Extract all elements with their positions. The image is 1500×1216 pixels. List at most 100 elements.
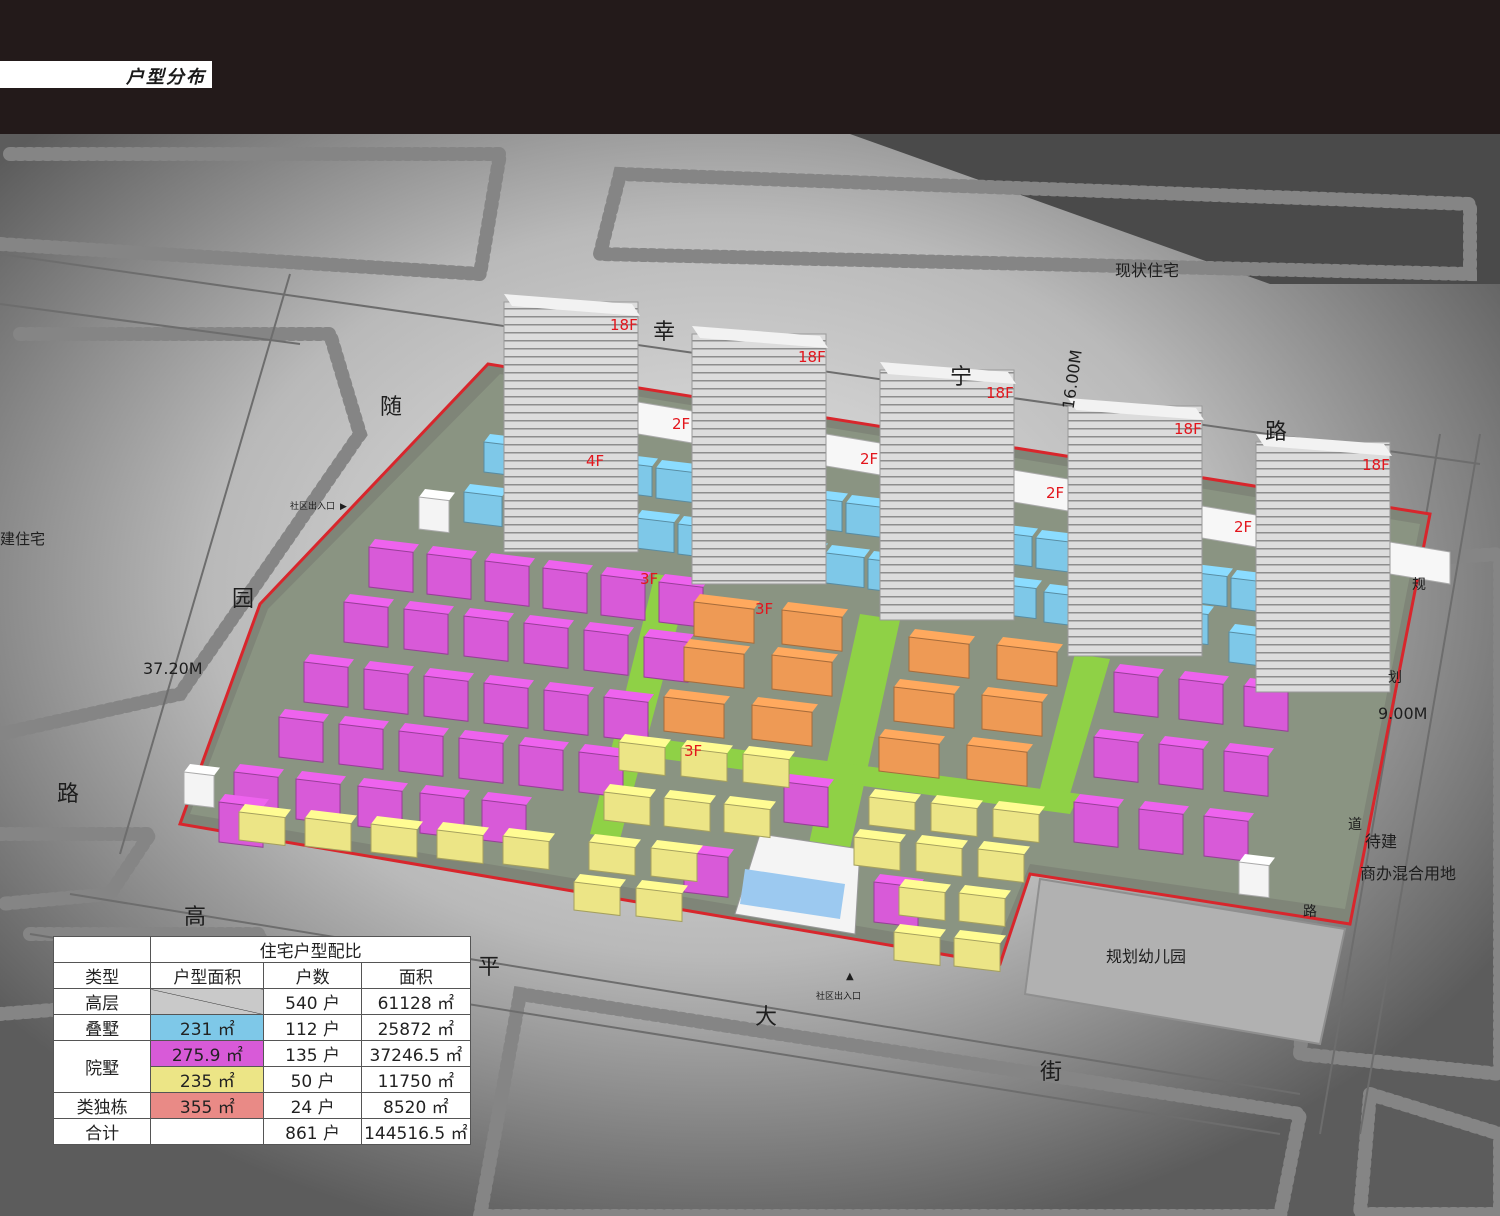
courtyard-villa-a-block [1158, 736, 1209, 790]
courtyard-villa-b-block [436, 822, 489, 865]
courtyard-villa-a-block [542, 560, 593, 614]
courtyard-villa-a-block [484, 553, 535, 607]
semi-detached-block [781, 602, 848, 652]
courtyard-villa-b-block [650, 840, 703, 883]
plan-road-char-1: 规 [1412, 577, 1426, 593]
semi-detached-block [996, 637, 1063, 687]
podium-floor-label: 2F [672, 415, 690, 433]
community-entrance-south: 社区出入口 [816, 990, 861, 1002]
courtyard-villa-a-block [368, 539, 419, 593]
row-units: 135 户 [263, 1040, 362, 1067]
tower-floor-label: 18F [798, 348, 826, 366]
plan-road-char-4: 路 [1303, 904, 1317, 920]
table-row: 院墅 275.9 ㎡ 135 户 37246.5 ㎡ [52, 1040, 472, 1093]
plan-road-char-3: 道 [1348, 817, 1362, 833]
courtyard-villa-b-block [304, 810, 357, 853]
gaoping-street-char-4: 街 [1040, 1060, 1062, 1085]
courtyard-villa-b-block [618, 734, 671, 777]
row-swatch-stacked-villa: 231 ㎡ [150, 1014, 265, 1041]
suiyuan-road-char-2: 园 [232, 587, 254, 612]
courtyard-villa-b-block [898, 879, 951, 922]
courtyard-villa-b-block [977, 841, 1030, 884]
row-type: 院墅 [52, 1040, 152, 1093]
row-total: 11750 ㎡ [360, 1066, 472, 1093]
row-total: 144516.5 ㎡ [360, 1118, 472, 1145]
row-total: 8520 ㎡ [360, 1092, 472, 1119]
xing-road-char-1: 幸 [653, 320, 675, 345]
row-total: 37246.5 ㎡ [360, 1040, 472, 1067]
page-title: 户型分布 [126, 67, 206, 88]
table-title-row: 住宅户型配比 [52, 936, 471, 963]
stacked-villa-block [825, 545, 870, 589]
courtyard-villa-a-block [1223, 743, 1274, 797]
stacked-villa-floor-label: 4F [586, 452, 604, 470]
courtyard-villa-a-block [523, 615, 574, 669]
entrance-arrow-north: ▶ [340, 502, 347, 512]
row-type: 高层 [52, 988, 152, 1015]
xing-road-char-3: 路 [1265, 420, 1287, 445]
table-row: 高层 540 户 61128 ㎡ [52, 988, 472, 1015]
courtyard-villa-a-block [518, 737, 569, 791]
row-units: 540 户 [263, 988, 362, 1015]
courtyard-villa-a-block [1178, 671, 1229, 725]
row-swatch-courtyard-a: 275.9 ㎡ [150, 1040, 265, 1067]
row-swatch-high-rise [150, 988, 265, 1015]
header-type: 类型 [52, 962, 152, 989]
courtyard-villa-a-block [1203, 808, 1254, 862]
semi-detached-block [966, 737, 1033, 787]
row-units: 24 户 [263, 1092, 362, 1119]
mixed-use-label-2: 商办混合用地 [1360, 864, 1456, 883]
courtyard-villa-b-block [958, 885, 1011, 928]
semi-detached-block [771, 647, 838, 697]
semi-detached-block [693, 594, 760, 644]
table-header-row: 类型 户型面积 户数 面积 [52, 962, 472, 989]
row-swatch-semi-detached: 355 ㎡ [150, 1092, 265, 1119]
podium-floor-label: 2F [1046, 484, 1064, 502]
courtyard-villa-b-block [893, 924, 946, 967]
gaoping-street-char-3: 大 [755, 1005, 777, 1030]
semi-detached-block [683, 639, 750, 689]
header-unit-area: 户型面积 [150, 962, 265, 989]
courtyard-villa-a-block [1138, 801, 1189, 855]
courtyard-villa-a-block [583, 622, 634, 676]
row-units: 112 户 [263, 1014, 362, 1041]
xing-road-char-2: 宁 [950, 365, 972, 390]
row-total: 25872 ㎡ [360, 1014, 472, 1041]
courtyard-villa-a-block [426, 546, 477, 600]
header-total-area: 面积 [360, 962, 472, 989]
row-type: 叠墅 [52, 1014, 152, 1041]
courtyard-villa-a-block [603, 689, 654, 743]
stacked-villa-block [635, 510, 680, 554]
suiyuan-road-width: 37.20M [143, 659, 203, 678]
courtyard-villa-b-block [635, 880, 688, 923]
podium-floor-label: 2F [860, 450, 878, 468]
row-area [150, 1118, 265, 1145]
courtyard-villa-a-block [543, 682, 594, 736]
courtyard-villa-a-block [363, 661, 414, 715]
courtyard-villa-b-block [588, 834, 641, 877]
title-banner: 户型分布 [0, 61, 212, 88]
courtyard-floor-label: 3F [755, 600, 773, 618]
table-row: 叠墅 231 ㎡ 112 户 25872 ㎡ [52, 1014, 472, 1041]
tower-floor-label: 18F [1362, 456, 1390, 474]
table-row: 合计 861 户 144516.5 ㎡ [52, 1118, 472, 1145]
courtyard-villa-a-block [1113, 664, 1164, 718]
row-total: 61128 ㎡ [360, 988, 472, 1015]
courtyard-villa-b-block [992, 801, 1045, 844]
courtyard-villa-b-block [603, 784, 656, 827]
table-corner-cell [52, 936, 152, 963]
courtyard-villa-b-block [573, 874, 626, 917]
mixed-use-label-1: 待建 [1365, 832, 1397, 851]
tower-floor-label: 18F [610, 316, 638, 334]
courtyard-villa-b-block [663, 790, 716, 833]
existing-residential-label: 现状住宅 [1115, 261, 1179, 280]
courtyard-villa-b-block [370, 816, 423, 859]
semi-detached-block [878, 729, 945, 779]
row-units: 50 户 [263, 1066, 362, 1093]
tower-floor-label: 18F [1174, 420, 1202, 438]
semi-detached-block [908, 629, 975, 679]
row-units: 861 户 [263, 1118, 362, 1145]
courtyard-villa-b-block [502, 828, 555, 871]
courtyard-villa-b-block [723, 796, 776, 839]
community-entrance-north: 社区出入口 [290, 500, 335, 512]
